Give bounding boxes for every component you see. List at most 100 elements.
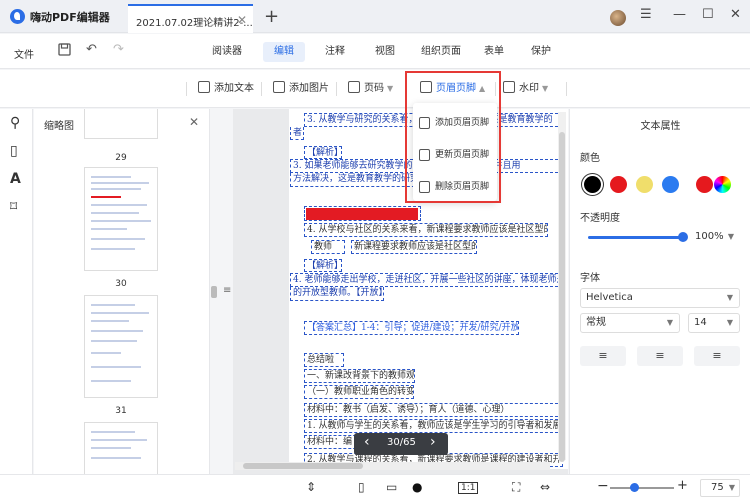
document-viewport[interactable]: 3. 从教学与研究的关系看，新课程要求教师应该是教育教学的 者 【解析】 3. … (233, 109, 568, 474)
panel-splitter[interactable]: ≡ (209, 109, 233, 474)
color-swatch-red[interactable] (610, 176, 627, 193)
vertical-scroll-thumb[interactable] (559, 132, 565, 462)
thumbnail-close-icon[interactable]: ✕ (189, 115, 199, 129)
color-swatch-blue[interactable] (662, 176, 679, 193)
text-block[interactable]: 4. 老师能够走出学校，走进社区，开展一些社区的讲座，体现老师是 (290, 273, 563, 287)
zoom-out-icon[interactable]: − (597, 478, 609, 494)
next-page-icon[interactable]: › (430, 434, 436, 450)
add-text-button[interactable]: 添加文本 (198, 80, 254, 98)
search-icon[interactable]: ⚲ (10, 115, 20, 131)
mode-organize-pages[interactable]: 组织页面 (415, 42, 467, 62)
minimize-icon[interactable]: — (673, 7, 686, 22)
font-family-value: Helvetica (586, 292, 633, 303)
play-icon[interactable]: ● (412, 480, 422, 494)
horizontal-scrollbar[interactable] (235, 462, 550, 470)
new-tab-icon[interactable]: + (264, 6, 279, 27)
undo-icon[interactable]: ↶ (86, 43, 100, 57)
text-block[interactable]: 1. 从教师与学生的关系看，教师应该是学生学习的引导者和发展的促 (304, 419, 563, 433)
watermark-label: 水印 (519, 83, 539, 94)
double-page-icon[interactable]: ▭ (386, 480, 397, 494)
page-thumbnail[interactable] (84, 109, 158, 139)
actual-size-button[interactable]: 1:1 (458, 482, 479, 494)
opacity-select[interactable]: 100% ▼ (690, 228, 740, 248)
text-properties-panel: 文本属性 颜色 不透明度 100% ▼ 字体 Helvetica ▼ 常规 ▼ 14 ▼… (569, 109, 750, 474)
menu-bar: 文件 ↶ ↷ 阅读器 编辑 注释 视图 组织页面 表单 保护 (0, 34, 750, 69)
delete-header-footer-item[interactable]: 删除页眉页脚 (419, 179, 489, 193)
mode-form[interactable]: 表单 (475, 42, 513, 62)
toolbar-divider (336, 82, 337, 96)
update-header-footer-icon (419, 148, 430, 161)
color-swatch-red-custom[interactable] (696, 176, 713, 193)
fit-page-icon[interactable]: ⛶ (512, 480, 520, 495)
window-close-icon[interactable]: ✕ (730, 7, 741, 22)
zoom-slider-handle[interactable] (630, 483, 639, 492)
header-footer-button[interactable]: 页眉页脚 ▲ (420, 80, 485, 98)
align-left-button[interactable]: ≡ (580, 346, 626, 366)
document-tab[interactable]: 2021.07.02理论精讲2-... ✕ (128, 4, 253, 33)
align-right-button[interactable]: ≡ (694, 346, 740, 366)
text-block[interactable]: （一）教师职业角色的转变 (304, 385, 414, 399)
zoom-select[interactable]: 75 ▼ (700, 479, 740, 497)
update-header-footer-item[interactable]: 更新页眉页脚 (419, 147, 489, 161)
fit-height-icon[interactable]: ⇕ (306, 480, 316, 494)
bookmark-icon[interactable]: ⌑ (10, 199, 17, 215)
text-block[interactable]: 方法解决，这是教育教学的研究者。 (290, 173, 420, 187)
text-block[interactable]: 【解析】 (304, 146, 342, 159)
text-block[interactable]: 新课程要求教师应该是社区型的 (351, 240, 477, 254)
previous-page-icon[interactable]: ‹ (364, 434, 370, 450)
tab-close-icon[interactable]: ✕ (237, 13, 247, 27)
mode-protect[interactable]: 保护 (521, 42, 561, 62)
text-block[interactable]: 教师 (311, 240, 345, 254)
align-center-button[interactable]: ≡ (637, 346, 683, 366)
menu-icon[interactable]: ☰ (640, 7, 652, 22)
single-page-icon[interactable]: ▯ (358, 480, 365, 494)
mode-view[interactable]: 视图 (365, 42, 405, 62)
vertical-scrollbar[interactable] (558, 112, 566, 462)
add-header-footer-item[interactable]: 添加页眉页脚 (419, 115, 489, 129)
pages-icon[interactable]: ▯ (10, 143, 18, 159)
font-label: 字体 (580, 273, 600, 284)
opacity-slider-handle[interactable] (678, 232, 688, 242)
zoom-in-icon[interactable]: + (677, 478, 688, 493)
mode-reader[interactable]: 阅读器 (205, 42, 249, 62)
text-block[interactable]: 一、新课改背景下的教师观 (304, 369, 415, 383)
text-block[interactable]: 材料中：教书（启发、诱导）；育人（道德、心理） (304, 403, 563, 417)
page-thumbnail[interactable] (84, 167, 158, 271)
text-block[interactable]: 4. 从学校与社区的关系来看，新课程要求教师应该是社区型的 (304, 223, 548, 237)
watermark-button[interactable]: 水印 ▼ (503, 80, 548, 98)
splitter-handle[interactable] (211, 286, 217, 298)
add-image-button[interactable]: 添加图片 (273, 80, 329, 98)
page-thumbnail[interactable] (84, 422, 158, 474)
text-recognition-icon[interactable]: A (10, 171, 21, 187)
save-icon[interactable] (58, 43, 72, 57)
horizontal-scroll-thumb[interactable] (243, 463, 363, 469)
mode-annotate[interactable]: 注释 (315, 42, 355, 62)
text-block[interactable]: 【答案汇总】1-4：引导；促进/建设；开发/研究/开放 (304, 321, 519, 335)
avatar[interactable] (610, 10, 626, 26)
fit-width-icon[interactable]: ⇔ (540, 480, 550, 494)
maximize-icon[interactable]: ☐ (702, 7, 714, 22)
file-menu[interactable]: 文件 (14, 46, 34, 61)
page-thumbnail-number: 30 (115, 279, 127, 289)
text-block[interactable]: 者 (290, 127, 304, 140)
font-style-select[interactable]: 常规 ▼ (580, 313, 680, 333)
color-swatch-yellow[interactable] (636, 176, 653, 193)
text-block[interactable]: 总结啦 (304, 353, 344, 367)
page-thumbnail[interactable] (84, 295, 158, 398)
mode-edit[interactable]: 编辑 (263, 42, 305, 62)
zoom-slider-track[interactable] (610, 487, 674, 489)
toolbar-divider (495, 82, 496, 96)
text-block[interactable]: 的开放型教师。【开放】 (290, 287, 384, 301)
highlight-box[interactable] (304, 206, 421, 221)
redo-icon[interactable]: ↷ (113, 43, 127, 57)
page-number-button[interactable]: 页码 ▼ (348, 80, 393, 98)
font-family-select[interactable]: Helvetica ▼ (580, 288, 740, 308)
page-indicator[interactable]: 30/65 (387, 437, 416, 448)
color-label: 颜色 (580, 153, 600, 164)
color-picker-icon[interactable] (714, 176, 731, 193)
color-swatch-black[interactable] (584, 176, 601, 193)
text-block[interactable]: 【解析】 (304, 259, 342, 272)
font-size-select[interactable]: 14 ▼ (688, 313, 740, 333)
opacity-slider-track[interactable] (588, 236, 681, 239)
update-header-footer-label: 更新页眉页脚 (435, 150, 490, 160)
